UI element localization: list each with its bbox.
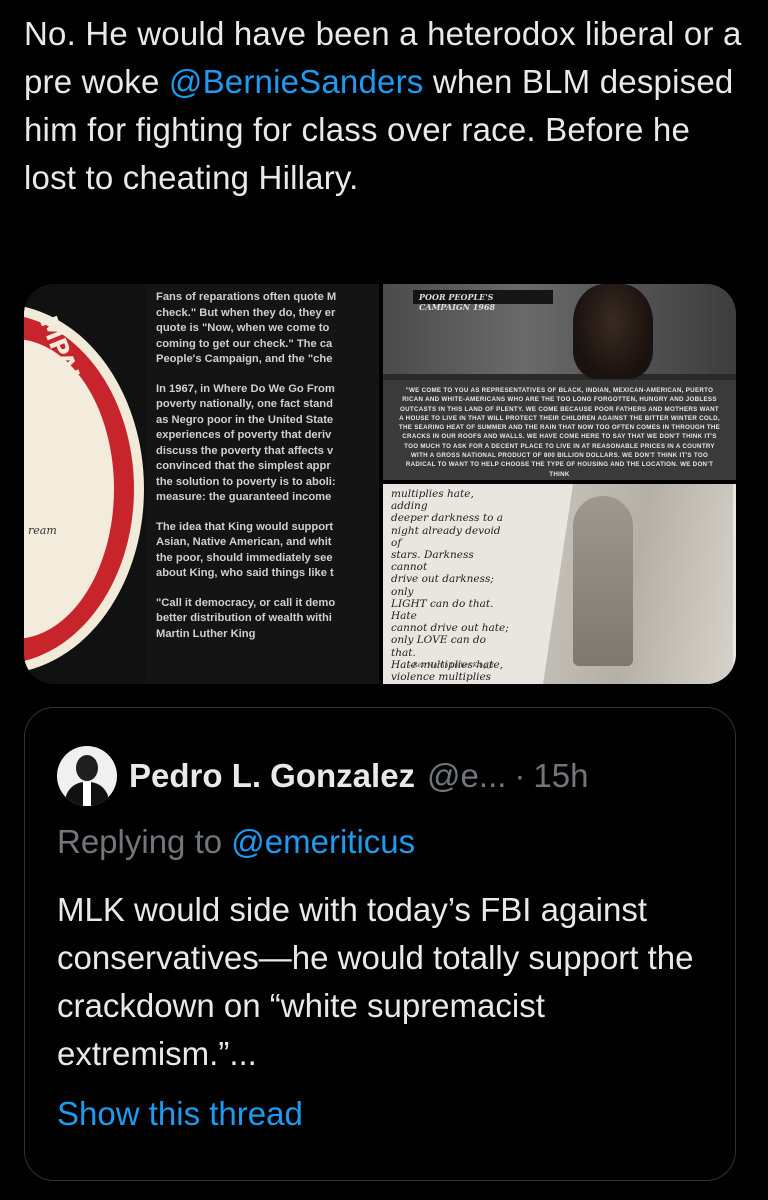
article-paragraph: Fans of reparations often quote M check."… (156, 290, 373, 368)
quoted-tweet-header: Pedro L. Gonzalez @e... · 15h (57, 746, 588, 806)
media-grid: MPAIGN WER ream ng, Jr. Fans of reparati… (24, 284, 736, 684)
handwriting-line: cannot drive out hate; (391, 622, 509, 635)
handwriting-line: violence, and toughness (391, 683, 509, 684)
handwriting-line: drive out darkness; only (391, 573, 494, 598)
quoted-tweet[interactable]: Pedro L. Gonzalez @e... · 15h Replying t… (24, 707, 736, 1181)
article-text: Fans of reparations often quote M check."… (146, 284, 379, 684)
article-line: Asian, Native American, and whit (156, 536, 332, 548)
article-paragraph: "Call it democracy, or call it demo bette… (156, 596, 373, 643)
handwriting-line: violence multiplies (391, 671, 492, 684)
mention-link-berniesanders[interactable]: @BernieSanders (169, 63, 424, 100)
handwriting-line: night already devoid of (391, 524, 501, 549)
article-line: the solution to poverty is to aboli: (156, 475, 336, 488)
article-line: poverty nationally, one fact stand (156, 398, 333, 410)
article-paragraph: The idea that King would support Asian, N… (156, 520, 373, 582)
article-line: as Negro poor in the United State (156, 413, 334, 426)
replying-to-handle[interactable]: @emeriticus (231, 823, 415, 860)
article-line: check." But when they do, they er (156, 306, 336, 319)
handwritten-quote: multiplies hate, adding deeper darkness t… (391, 488, 509, 684)
article-line: "Call it democracy, or call it demo (156, 596, 336, 609)
handwriting-line: deeper darkness to a (391, 512, 504, 525)
poster-figure (573, 284, 653, 379)
quote-signature: —Rev. Martin Luther King Jr. (407, 662, 496, 669)
quoted-tweet-body: MLK would side with today’s FBI against … (57, 891, 694, 1072)
avatar[interactable] (57, 746, 117, 806)
article-line: experiences of poverty that deriv (156, 429, 332, 441)
media-image-statue[interactable]: multiplies hate, adding deeper darkness t… (383, 484, 736, 684)
statue-figure (573, 496, 633, 666)
show-thread-link[interactable]: Show this thread (57, 1095, 303, 1133)
badge-text-dream: ream (28, 524, 57, 537)
poster-quote: "WE COME TO YOU AS REPRESENTATIVES OF BL… (383, 380, 736, 480)
article-line: coming to get our check." The ca (156, 337, 333, 350)
poster-banner: POOR PEOPLE'S CAMPAIGN 1968 (413, 290, 553, 312)
tweet-timestamp[interactable]: 15h (533, 757, 588, 795)
author-name[interactable]: Pedro L. Gonzalez (129, 757, 415, 795)
article-line: quote is "Now, when we come to (156, 322, 330, 334)
article-line: The idea that King would support (156, 520, 334, 533)
article-line: Martin Luther King (156, 627, 256, 640)
article-paragraph: In 1967, in Where Do We Go From poverty n… (156, 382, 373, 506)
handwriting-line: stars. Darkness cannot (391, 549, 474, 574)
media-image-poster[interactable]: POOR PEOPLE'S CAMPAIGN 1968 "WE COME TO … (383, 284, 736, 480)
article-line: the poor, should immediately see (156, 551, 333, 564)
author-handle[interactable]: @e... (427, 757, 506, 795)
article-line: discuss the poverty that affects v (156, 444, 334, 457)
replying-to: Replying to @emeriticus (57, 823, 415, 861)
replying-to-label: Replying to (57, 823, 223, 860)
handwriting-line: LIGHT can do that. Hate (391, 597, 494, 623)
article-line: Fans of reparations often quote M (156, 291, 337, 303)
article-line: convinced that the simplest appr (156, 460, 331, 472)
article-line: In 1967, in Where Do We Go From (156, 382, 335, 395)
separator-dot: · (514, 757, 526, 794)
article-line: measure: the guaranteed income (156, 491, 332, 503)
statue-stone (543, 484, 733, 684)
handwriting-line: only LOVE can do that. (391, 634, 486, 659)
article-line: better distribution of wealth withi (156, 612, 332, 624)
article-line: People's Campaign, and the "che (156, 353, 333, 365)
media-image-article[interactable]: MPAIGN WER ream ng, Jr. Fans of reparati… (24, 284, 379, 684)
tweet-text: No. He would have been a heterodox liber… (24, 10, 744, 202)
article-line: about King, who said things like t (156, 567, 334, 579)
handwriting-line: multiplies hate, adding (391, 488, 474, 513)
